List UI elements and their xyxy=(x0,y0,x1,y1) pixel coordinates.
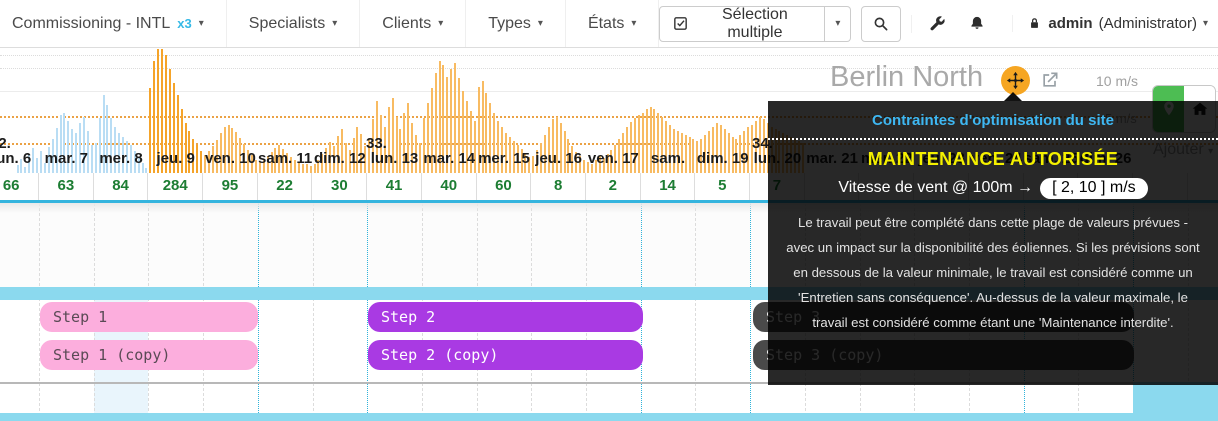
bottom-band xyxy=(0,413,1218,421)
settings-wrench-icon[interactable] xyxy=(928,15,946,33)
chevron-down-icon: ▾ xyxy=(631,18,636,29)
menu-clients[interactable]: Clients ▾ xyxy=(360,0,466,47)
date-label: jeu. 9 xyxy=(148,147,203,171)
multi-select-dropdown[interactable]: ▾ xyxy=(825,6,851,42)
chevron-down-icon: ▾ xyxy=(199,18,204,29)
share-icon[interactable] xyxy=(1040,70,1060,95)
user-menu[interactable]: admin (Administrator) ▾ xyxy=(1012,15,1208,32)
site-constraints-button[interactable] xyxy=(1001,66,1030,95)
date-label: ven. 17 xyxy=(586,147,641,171)
date-label: sam. 11 xyxy=(258,147,313,171)
day-count: 22 xyxy=(258,173,313,200)
tooltip-body: Le travail peut être complété dans cette… xyxy=(785,210,1201,335)
tooltip-caret xyxy=(1004,92,1022,101)
wind-range-label: Vitesse de vent @ 100m → xyxy=(838,179,1033,196)
project-count-badge: x3 xyxy=(177,16,191,31)
day-count: 5 xyxy=(695,173,750,200)
day-count: 63 xyxy=(39,173,94,200)
constraints-tooltip: Contraintes d'optimisation du site MAINT… xyxy=(768,101,1218,385)
gantt-task[interactable]: Step 1 xyxy=(40,302,258,332)
day-count: 30 xyxy=(313,173,368,200)
date-label: mar. 7 xyxy=(39,147,94,171)
day-count: 84 xyxy=(94,173,149,200)
date-label: mer. 8 xyxy=(94,147,149,171)
day-count: 41 xyxy=(367,173,422,200)
menu-label: États xyxy=(588,15,624,33)
date-label: dim. 19 xyxy=(695,147,750,171)
day-count: 14 xyxy=(641,173,696,200)
nav-menus: Commissioning - INTL x3 ▾ Specialists ▾ … xyxy=(0,0,659,47)
timeline-stage: lun. 6mar. 7mer. 8jeu. 9ven. 10sam. 11di… xyxy=(0,48,1218,421)
menu-specialists[interactable]: Specialists ▾ xyxy=(227,0,361,47)
notifications-bell-icon[interactable] xyxy=(968,15,986,33)
gantt-task[interactable]: Step 1 (copy) xyxy=(40,340,258,370)
day-count: 66 xyxy=(0,173,39,200)
chevron-down-icon: ▾ xyxy=(538,18,543,29)
tooltip-heading: MAINTENANCE AUTORISÉE xyxy=(768,149,1218,170)
gantt-task[interactable]: Step 2 (copy) xyxy=(368,340,643,370)
multi-select-group: Sélection multiple ▾ xyxy=(659,6,851,42)
date-label: dim. 12 xyxy=(313,147,368,171)
menu-etats[interactable]: États ▾ xyxy=(566,0,660,47)
wind-scale-label-10: 10 m/s xyxy=(1096,73,1138,89)
user-role: (Administrator) xyxy=(1099,15,1197,32)
day-count: 2 xyxy=(586,173,641,200)
day-count: 95 xyxy=(203,173,258,200)
top-navbar: Commissioning - INTL x3 ▾ Specialists ▾ … xyxy=(0,0,1218,48)
date-label: jeu. 16 xyxy=(531,147,586,171)
menu-types[interactable]: Types ▾ xyxy=(466,0,566,47)
multi-select-label: Sélection multiple xyxy=(697,6,812,42)
chevron-down-icon: ▾ xyxy=(438,18,443,29)
tooltip-wind-row: Vitesse de vent @ 100m → [ 2, 10 ] m/s xyxy=(768,178,1218,199)
checkbox-check-icon xyxy=(672,15,689,32)
week-number: 32. xyxy=(0,135,11,152)
day-count: 40 xyxy=(422,173,477,200)
move-arrows-icon xyxy=(1005,70,1026,91)
date-label: ven. 10 xyxy=(203,147,258,171)
day-count: 60 xyxy=(477,173,532,200)
menu-label: Clients xyxy=(382,15,431,33)
day-count: 284 xyxy=(148,173,203,200)
wind-range-value: [ 2, 10 ] m/s xyxy=(1040,178,1148,199)
tooltip-separator xyxy=(768,138,1218,140)
nav-actions: Sélection multiple ▾ xyxy=(659,0,1218,47)
menu-label: Types xyxy=(488,15,531,33)
site-title: Berlin North xyxy=(830,61,983,94)
search-button[interactable] xyxy=(861,6,901,42)
date-label: mar. 14 xyxy=(422,147,477,171)
gantt-task[interactable]: Step 2 xyxy=(368,302,643,332)
tooltip-title: Contraintes d'optimisation du site xyxy=(768,112,1218,129)
day-count: 8 xyxy=(531,173,586,200)
user-name: admin xyxy=(1048,15,1092,32)
toolbar-icons xyxy=(911,15,1002,33)
lock-icon xyxy=(1027,16,1042,31)
menu-label: Specialists xyxy=(249,15,325,33)
search-icon xyxy=(872,15,890,33)
scheduler-app: Commissioning - INTL x3 ▾ Specialists ▾ … xyxy=(0,0,1218,421)
chevron-down-icon: ▾ xyxy=(835,18,840,29)
week-number: 33. xyxy=(366,135,387,152)
project-name: Commissioning - INTL xyxy=(12,15,170,33)
chevron-down-icon: ▾ xyxy=(1203,18,1208,29)
date-label: sam. xyxy=(641,147,696,171)
multi-select-button[interactable]: Sélection multiple xyxy=(659,6,825,42)
project-selector[interactable]: Commissioning - INTL x3 ▾ xyxy=(0,0,227,47)
date-label: mer. 15 xyxy=(477,147,532,171)
chevron-down-icon: ▾ xyxy=(332,18,337,29)
